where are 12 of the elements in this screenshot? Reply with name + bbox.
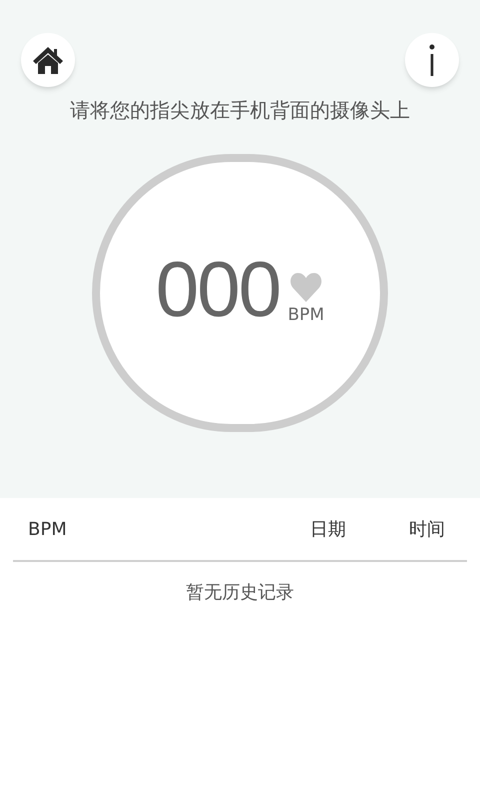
empty-history-message: 暂无历史记录 <box>186 581 294 605</box>
instruction-text: 请将您的指尖放在手机背面的摄像头上 <box>70 97 410 124</box>
column-header: 日期 <box>310 518 346 542</box>
bpm-reading: 000 <box>156 254 280 324</box>
heart-icon <box>290 272 322 302</box>
home-button[interactable] <box>21 33 75 87</box>
column-header: 时间 <box>409 518 445 542</box>
bpm-unit: BPM <box>288 306 324 324</box>
home-icon <box>32 45 64 75</box>
info-icon <box>429 44 435 76</box>
info-button[interactable] <box>405 33 459 87</box>
column-header: BPM <box>28 518 68 542</box>
